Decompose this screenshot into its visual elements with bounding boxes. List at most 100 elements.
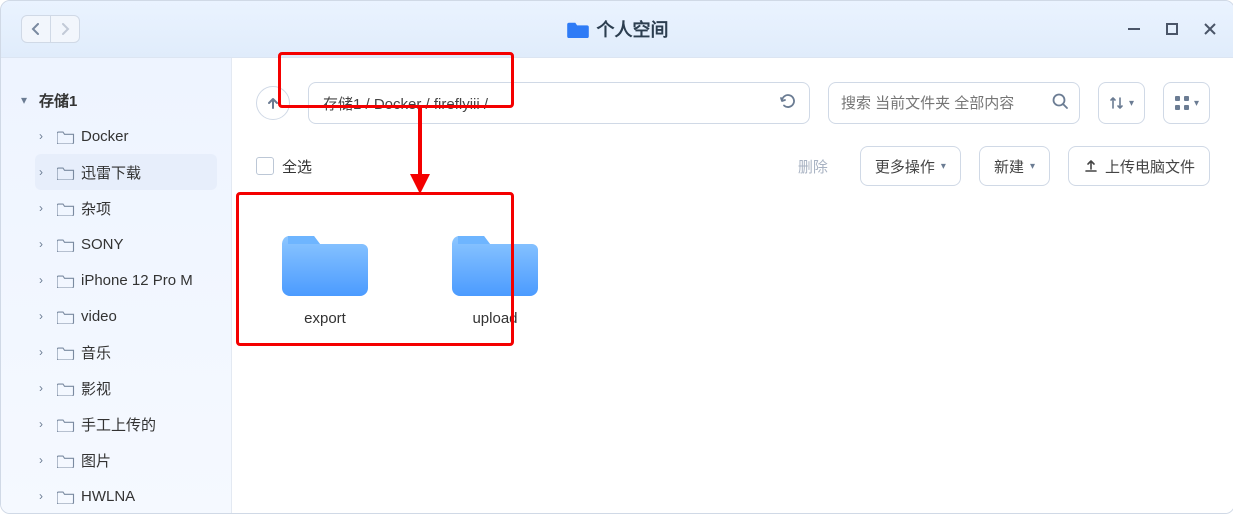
refresh-button[interactable] [779, 92, 797, 114]
folder-outline-icon [57, 129, 75, 144]
close-button[interactable] [1200, 19, 1220, 39]
titlebar: 个人空间 [1, 1, 1233, 58]
tree-item-label: 杂项 [81, 198, 111, 219]
nav-buttons [21, 15, 80, 43]
chevron-down-icon: ▾ [1194, 98, 1199, 109]
chevron-right-icon: › [39, 309, 51, 323]
tree-children: › Docker › 迅雷下载 › 杂项 › [21, 118, 231, 514]
chevron-down-icon: ▾ [1030, 161, 1035, 172]
checkbox-icon [256, 157, 274, 175]
chevron-down-icon: ▾ [941, 161, 946, 172]
tree-item-label: 图片 [81, 450, 111, 471]
tree-item-label: 手工上传的 [81, 414, 156, 435]
folder-outline-icon [57, 237, 75, 252]
select-all-checkbox[interactable]: 全选 [256, 156, 312, 177]
tree-item-label: video [81, 308, 117, 325]
tree-root: ▾ 存储1 › Docker › 迅雷下载 [1, 82, 231, 514]
tree-item-video[interactable]: › video [39, 298, 231, 334]
tree-item-label: SONY [81, 236, 124, 253]
folder-name: export [304, 310, 346, 327]
search-input[interactable] [839, 94, 1043, 113]
folder-icon [452, 226, 538, 296]
upload-icon [1083, 158, 1099, 174]
arrow-up-icon [266, 96, 280, 110]
folder-outline-icon [57, 453, 75, 468]
folder-outline-icon [57, 417, 75, 432]
folder-icon [567, 20, 589, 38]
chevron-right-icon: › [39, 237, 51, 251]
new-button[interactable]: 新建 ▾ [979, 146, 1050, 186]
window-controls [1124, 19, 1220, 39]
go-up-button[interactable] [256, 86, 290, 120]
view-mode-button[interactable]: ▾ [1163, 82, 1210, 124]
more-label: 更多操作 [875, 156, 935, 177]
nav-forward-button[interactable] [50, 16, 79, 42]
chevron-right-icon: › [39, 129, 51, 143]
more-actions-button[interactable]: 更多操作 ▾ [860, 146, 961, 186]
folder-name: upload [472, 310, 517, 327]
folder-grid: export upload [256, 226, 1210, 327]
toolbar-actions: 全选 删除 更多操作 ▾ 新建 ▾ 上传电脑文件 [256, 146, 1210, 186]
tree-item-music[interactable]: › 音乐 [39, 334, 231, 370]
close-icon [1203, 22, 1217, 36]
tree-item-label: 迅雷下载 [81, 162, 141, 183]
chevron-right-icon: › [39, 381, 51, 395]
minimize-icon [1127, 22, 1141, 36]
grid-icon [1174, 95, 1190, 111]
tree-item-sony[interactable]: › SONY [39, 226, 231, 262]
tree-root-node[interactable]: ▾ 存储1 [21, 82, 231, 118]
folder-export[interactable]: export [270, 226, 380, 327]
chevron-right-icon: › [39, 345, 51, 359]
folder-outline-icon [57, 489, 75, 504]
main-content: 存储1 / Docker / fireflyiii / ▾ [232, 58, 1233, 514]
folder-outline-icon [57, 201, 75, 216]
tree-item-label: 音乐 [81, 342, 111, 363]
tree-item-manual-upload[interactable]: › 手工上传的 [39, 406, 231, 442]
folder-outline-icon [57, 309, 75, 324]
tree-root-label: 存储1 [39, 90, 77, 111]
chevron-right-icon [60, 23, 70, 35]
app-window: 个人空间 ▾ 存储1 [0, 0, 1233, 514]
chevron-right-icon: › [39, 201, 51, 215]
upload-button[interactable]: 上传电脑文件 [1068, 146, 1210, 186]
breadcrumb-path[interactable]: 存储1 / Docker / fireflyiii / [308, 82, 810, 124]
folder-upload[interactable]: upload [440, 226, 550, 327]
folder-outline-icon [57, 345, 75, 360]
tree-item-xunlei[interactable]: › 迅雷下载 [35, 154, 217, 190]
sidebar: ▾ 存储1 › Docker › 迅雷下载 [1, 58, 232, 514]
tree-item-label: 影视 [81, 378, 111, 399]
sort-button[interactable]: ▾ [1098, 82, 1145, 124]
chevron-right-icon: › [39, 453, 51, 467]
chevron-right-icon: › [39, 489, 51, 503]
search-icon [1051, 92, 1069, 114]
tree-item-pictures[interactable]: › 图片 [39, 442, 231, 478]
search-box[interactable] [828, 82, 1080, 124]
tree-item-docker[interactable]: › Docker [39, 118, 231, 154]
tree-item-hwlna[interactable]: › HWLNA [39, 478, 231, 514]
tree-item-misc[interactable]: › 杂项 [39, 190, 231, 226]
chevron-down-icon: ▾ [1129, 98, 1134, 109]
chevron-down-icon: ▾ [21, 93, 33, 107]
select-all-label: 全选 [282, 156, 312, 177]
chevron-right-icon: › [39, 165, 51, 179]
tree-item-iphone[interactable]: › iPhone 12 Pro M [39, 262, 231, 298]
tree-item-label: iPhone 12 Pro M [81, 272, 193, 289]
minimize-button[interactable] [1124, 19, 1144, 39]
new-label: 新建 [994, 156, 1024, 177]
delete-label: 删除 [798, 156, 828, 177]
tree-item-label: Docker [81, 128, 129, 145]
delete-button[interactable]: 删除 [784, 147, 842, 185]
window-title: 个人空间 [567, 16, 669, 42]
folder-outline-icon [57, 381, 75, 396]
tree-item-movies[interactable]: › 影视 [39, 370, 231, 406]
upload-label: 上传电脑文件 [1105, 156, 1195, 177]
tree-item-label: HWLNA [81, 488, 135, 505]
breadcrumb-text: 存储1 / Docker / fireflyiii / [323, 93, 488, 114]
sort-icon [1109, 95, 1125, 111]
refresh-icon [779, 92, 797, 110]
nav-back-button[interactable] [22, 16, 50, 42]
window-title-text: 个人空间 [597, 16, 669, 42]
chevron-left-icon [31, 23, 41, 35]
maximize-button[interactable] [1162, 19, 1182, 39]
folder-outline-icon [57, 273, 75, 288]
